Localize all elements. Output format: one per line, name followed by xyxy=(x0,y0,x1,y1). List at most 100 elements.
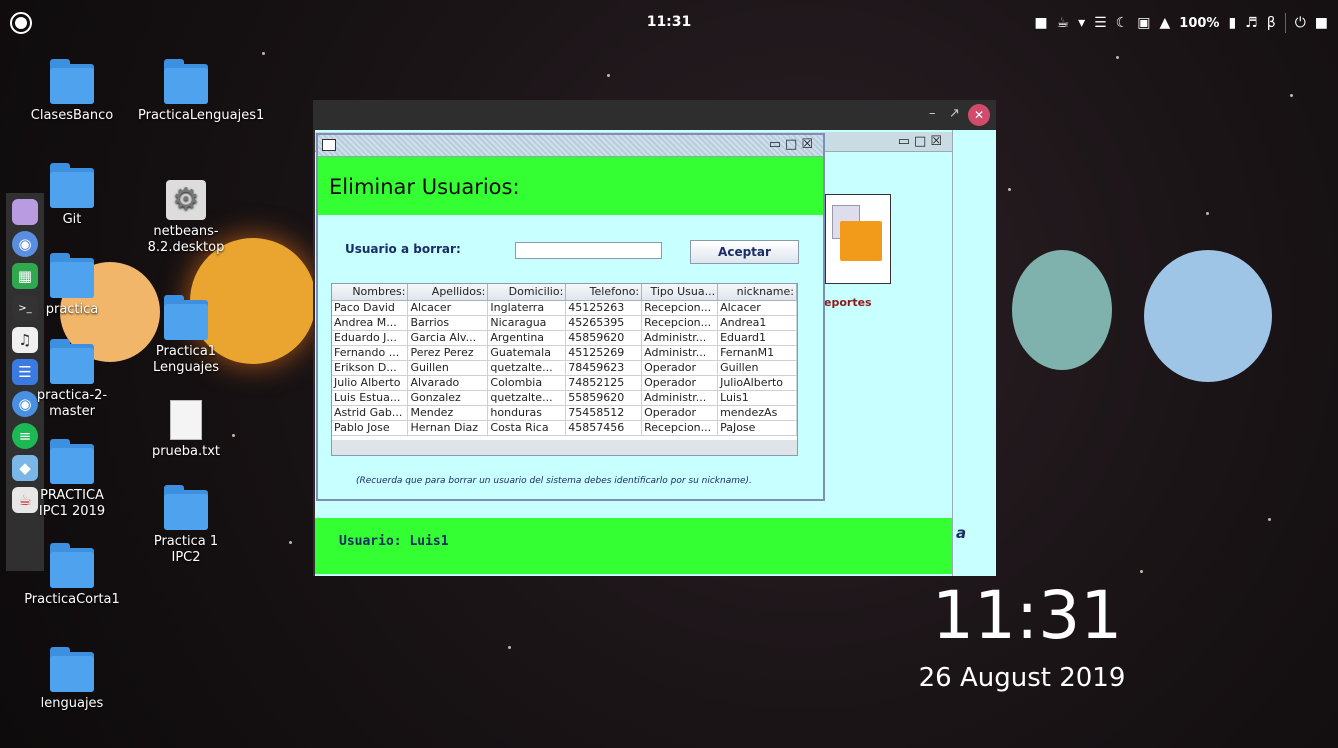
table-cell[interactable]: Operador xyxy=(641,405,719,421)
table-cell[interactable]: 78459623 xyxy=(565,360,643,376)
table-cell[interactable]: Perez Perez xyxy=(407,345,489,361)
column-header[interactable]: Tipo Usua... xyxy=(641,284,719,301)
desktop-icon[interactable]: practica-2-master xyxy=(24,339,120,420)
table-cell[interactable]: Andrea1 xyxy=(717,315,797,331)
column-header[interactable]: nickname: xyxy=(717,284,797,301)
users-table[interactable]: Nombres: Apellidos: Domicilio: Telefono:… xyxy=(331,283,798,456)
night-mode-icon[interactable]: ☾ xyxy=(1116,15,1129,31)
table-cell[interactable]: Alvarado xyxy=(407,375,489,391)
users-table-grid[interactable]: Nombres: Apellidos: Domicilio: Telefono:… xyxy=(332,284,797,436)
desktop-icon[interactable]: lenguajes xyxy=(24,647,120,712)
user-to-delete-input[interactable] xyxy=(515,242,662,259)
table-row[interactable]: Luis Estua... Gonzalez quetzalte... 5585962… xyxy=(332,390,797,406)
table-cell[interactable]: 45265395 xyxy=(565,315,643,331)
column-header[interactable]: Domicilio: xyxy=(487,284,567,301)
table-cell[interactable]: Fernando ... xyxy=(332,345,409,361)
table-cell[interactable]: quetzalte... xyxy=(487,360,567,376)
table-cell[interactable]: Guillen xyxy=(717,360,797,376)
table-cell[interactable]: mendezAs xyxy=(717,405,797,421)
table-cell[interactable]: Costa Rica xyxy=(487,420,567,436)
table-cell[interactable]: Mendez xyxy=(407,405,489,421)
volume-icon[interactable]: ♬ xyxy=(1245,15,1258,31)
table-cell[interactable]: Operador xyxy=(641,375,719,391)
table-cell[interactable]: Alcacer xyxy=(407,300,489,316)
desktop-icon[interactable]: PracticaLenguajes1 xyxy=(138,59,264,124)
table-row[interactable]: Pablo Jose Hernan Diaz Costa Rica 45857456 R… xyxy=(332,420,797,436)
browser-icon[interactable]: ◉ xyxy=(12,231,38,257)
menu-icon[interactable]: ☰ xyxy=(1094,15,1107,31)
table-cell[interactable]: Erikson D... xyxy=(332,360,409,376)
table-cell[interactable]: Hernan Diaz xyxy=(407,420,489,436)
window-titlebar[interactable]: – ↗ ✕ xyxy=(313,100,996,130)
table-row[interactable]: Fernando ... Perez Perez Guatemala 45125269… xyxy=(332,345,797,361)
table-cell[interactable]: Luis1 xyxy=(717,390,797,406)
desktop-icon[interactable]: ClasesBanco xyxy=(24,59,120,124)
table-cell[interactable]: Operador xyxy=(641,360,719,376)
table-cell[interactable]: 45125263 xyxy=(565,300,643,316)
table-row[interactable]: Eduardo J... Garcia Alv... Argentina 458596… xyxy=(332,330,797,346)
table-cell[interactable]: Luis Estua... xyxy=(332,390,409,406)
table-cell[interactable]: Barrios xyxy=(407,315,489,331)
table-cell[interactable]: Eduard1 xyxy=(717,330,797,346)
desktop-icon[interactable]: PracticaCorta1 xyxy=(24,543,120,608)
discord-icon[interactable]: ■ xyxy=(1034,15,1047,31)
desktop-icon[interactable]: practica xyxy=(24,253,120,318)
battery-icon[interactable]: ▮ xyxy=(1228,15,1236,31)
column-header[interactable]: Nombres: xyxy=(332,284,409,301)
table-cell[interactable]: Eduardo J... xyxy=(332,330,409,346)
battery-percent[interactable]: 100% xyxy=(1179,16,1219,31)
table-cell[interactable]: 45859620 xyxy=(565,330,643,346)
coffee-icon[interactable]: ☕ xyxy=(1057,15,1070,31)
accept-button[interactable]: Aceptar xyxy=(690,240,799,264)
desktop-icon[interactable]: prueba.txt xyxy=(138,400,234,460)
table-row[interactable]: Astrid Gab... Mendez honduras 75458512 Opera… xyxy=(332,405,797,421)
table-row[interactable]: Andrea M... Barrios Nicaragua 45265395 Recep… xyxy=(332,315,797,331)
table-cell[interactable]: Gonzalez xyxy=(407,390,489,406)
table-cell[interactable]: Garcia Alv... xyxy=(407,330,489,346)
column-header[interactable]: Telefono: xyxy=(565,284,643,301)
table-cell[interactable]: Julio Alberto xyxy=(332,375,409,391)
desktop-icon[interactable]: Practica1 Lenguajes xyxy=(138,295,234,376)
table-cell[interactable]: Nicaragua xyxy=(487,315,567,331)
bell-icon[interactable]: ▲ xyxy=(1160,15,1171,31)
table-cell[interactable]: Colombia xyxy=(487,375,567,391)
table-cell[interactable]: Alcacer xyxy=(717,300,797,316)
column-header[interactable]: Apellidos: xyxy=(407,284,489,301)
table-cell[interactable]: 74852125 xyxy=(565,375,643,391)
table-cell[interactable]: 45857456 xyxy=(565,420,643,436)
close-icon[interactable]: ✕ xyxy=(968,104,990,126)
table-cell[interactable]: Guillen xyxy=(407,360,489,376)
clipboard-icon[interactable]: ▣ xyxy=(1137,15,1150,31)
bluetooth-icon[interactable]: β xyxy=(1267,15,1276,31)
table-cell[interactable]: Recepcion... xyxy=(641,315,719,331)
table-row[interactable]: Julio Alberto Alvarado Colombia 74852125 Ope… xyxy=(332,375,797,391)
reports-image[interactable] xyxy=(825,194,891,284)
table-cell[interactable]: Guatemala xyxy=(487,345,567,361)
power-icon[interactable]: ⏻ xyxy=(1295,15,1306,31)
maximize-icon[interactable]: ↗ xyxy=(949,106,960,121)
table-cell[interactable]: FernanM1 xyxy=(717,345,797,361)
table-cell[interactable]: 45125269 xyxy=(565,345,643,361)
table-row[interactable]: Paco David Alcacer Inglaterra 45125263 Recep… xyxy=(332,300,797,316)
table-cell[interactable]: Administr... xyxy=(641,330,719,346)
desktop-icon[interactable]: ⚙ netbeans-8.2.desktop xyxy=(138,180,234,256)
desktop-icon[interactable]: Git xyxy=(24,163,120,228)
frame-controls-icon[interactable]: ▭□☒ xyxy=(769,137,817,152)
reports-label[interactable]: eportes xyxy=(824,296,872,309)
table-cell[interactable]: 55859620 xyxy=(565,390,643,406)
table-cell[interactable]: Andrea M... xyxy=(332,315,409,331)
table-cell[interactable]: Recepcion... xyxy=(641,300,719,316)
desktop-icon[interactable]: Practica 1 IPC2 xyxy=(138,485,234,566)
table-cell[interactable]: PaJose xyxy=(717,420,797,436)
minimize-icon[interactable]: – xyxy=(929,106,936,121)
window-icon[interactable]: ■ xyxy=(1315,15,1328,31)
frame-buttons-icon[interactable]: ▭□☒ xyxy=(898,134,946,149)
table-cell[interactable]: Administr... xyxy=(641,390,719,406)
table-cell[interactable]: Pablo Jose xyxy=(332,420,409,436)
table-cell[interactable]: JulioAlberto xyxy=(717,375,797,391)
table-cell[interactable]: Administr... xyxy=(641,345,719,361)
desktop-icon[interactable]: PRACTICA IPC1 2019 xyxy=(24,439,120,520)
table-cell[interactable]: Astrid Gab... xyxy=(332,405,409,421)
table-cell[interactable]: Argentina xyxy=(487,330,567,346)
table-cell[interactable]: 75458512 xyxy=(565,405,643,421)
